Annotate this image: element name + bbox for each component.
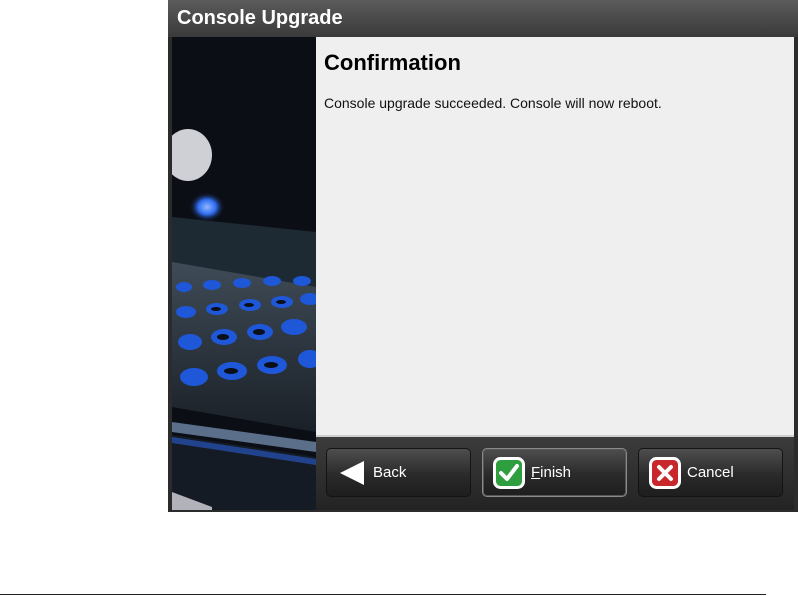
bottom-divider	[0, 594, 766, 595]
side-banner-image	[172, 37, 316, 510]
upgrade-dialog: Console Upgrade Confirmation Console upg…	[168, 0, 798, 512]
check-icon	[493, 456, 525, 489]
finish-button-label: Finish	[531, 464, 572, 481]
window-title: Console Upgrade	[168, 0, 798, 37]
close-x-icon	[649, 456, 681, 489]
back-arrow-icon	[337, 458, 367, 488]
back-button[interactable]: Back	[326, 448, 471, 497]
cancel-button[interactable]: Cancel	[638, 448, 783, 497]
page-heading: Confirmation	[324, 50, 461, 75]
status-message: Console upgrade succeeded. Console will …	[324, 95, 662, 111]
cancel-button-label: Cancel	[687, 464, 734, 481]
content-panel: Confirmation Console upgrade succeeded. …	[316, 37, 794, 435]
finish-button[interactable]: Finish	[482, 448, 627, 497]
back-button-label: Back	[373, 464, 407, 481]
button-bar: Back Finish Cancel	[316, 437, 794, 510]
